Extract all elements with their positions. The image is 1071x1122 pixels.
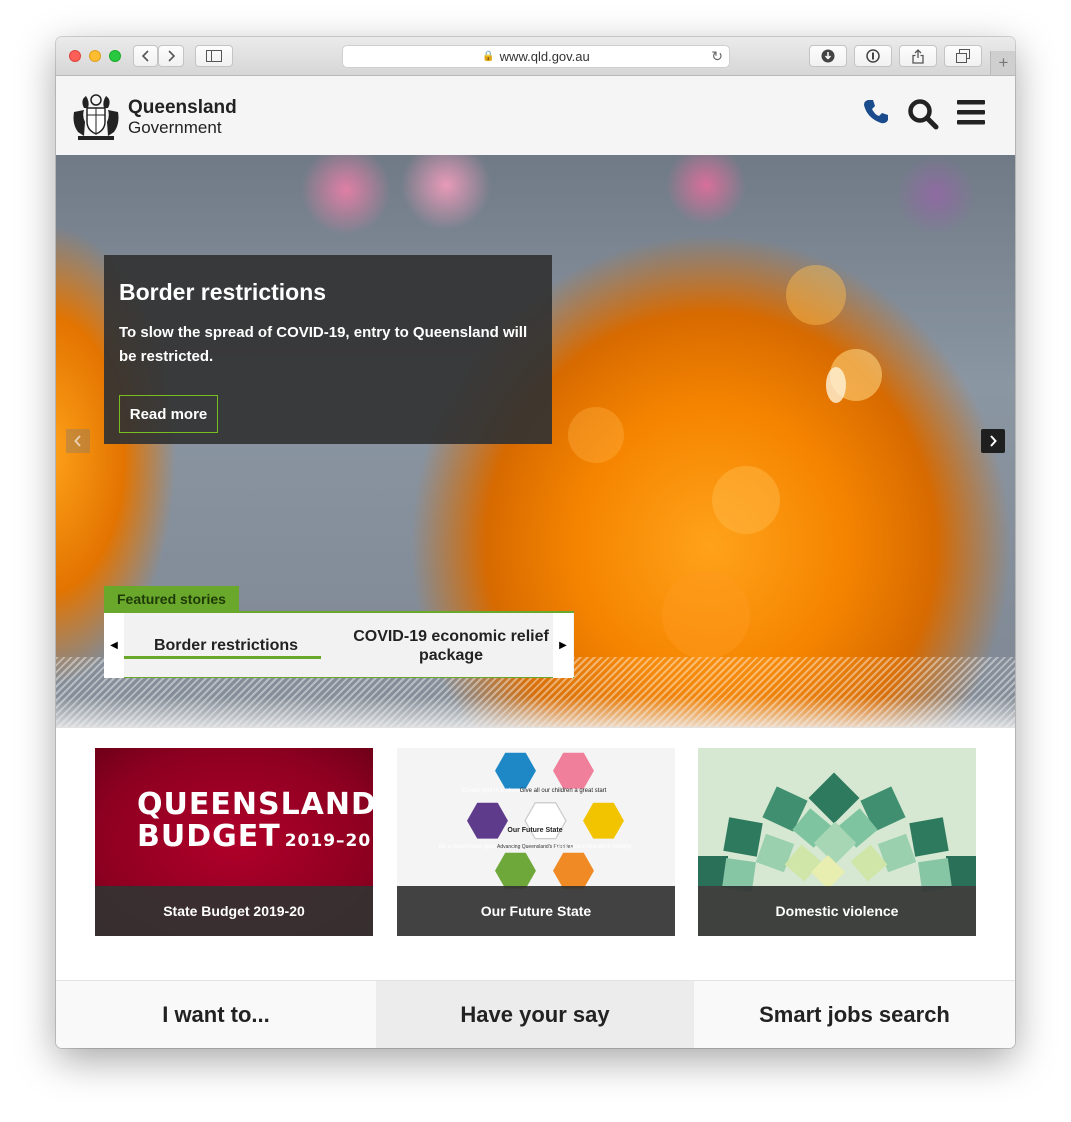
phone-icon bbox=[864, 100, 888, 124]
tile-have-your-say[interactable]: Have your say bbox=[376, 981, 694, 1048]
share-icon bbox=[912, 48, 924, 64]
triangle-left-icon: ◀ bbox=[110, 640, 118, 651]
back-button[interactable] bbox=[133, 45, 158, 67]
featured-stories-bar: ◀ Border restrictions COVID-19 economic … bbox=[104, 611, 574, 678]
close-window-button[interactable] bbox=[69, 50, 81, 62]
featured-item-covid-relief[interactable]: COVID-19 economic relief package bbox=[349, 613, 553, 678]
budget-image-text: QUEENSLAND BUDGET 2019–20 bbox=[137, 790, 373, 852]
tabs-icon bbox=[956, 49, 970, 63]
promo-cards: QUEENSLAND BUDGET 2019–20 State Budget 20… bbox=[56, 727, 1015, 981]
hexagon-environment bbox=[495, 852, 536, 889]
hero-carousel: Border restrictions To slow the spread o… bbox=[56, 155, 1015, 727]
download-icon bbox=[821, 49, 835, 63]
reload-icon[interactable]: ↻ bbox=[711, 48, 723, 65]
tile-i-want-to[interactable]: I want to... bbox=[56, 981, 376, 1048]
featured-active-indicator bbox=[124, 656, 321, 659]
hexagon-children bbox=[553, 752, 594, 789]
budget-word: BUDGET bbox=[137, 819, 281, 854]
budget-image-line2: BUDGET 2019–20 bbox=[137, 822, 373, 852]
chevron-left-icon bbox=[74, 435, 81, 447]
card-state-budget[interactable]: QUEENSLAND BUDGET 2019–20 State Budget 20… bbox=[95, 748, 373, 936]
hexagon-jobs bbox=[495, 752, 536, 789]
hero-caption: Border restrictions To slow the spread o… bbox=[104, 255, 552, 444]
password-manager-button[interactable] bbox=[854, 45, 892, 67]
site-logo[interactable]: Queensland Government bbox=[70, 92, 237, 142]
card-domestic-violence[interactable]: Domestic violence bbox=[698, 748, 976, 936]
browser-window: 🔒 www.qld.gov.au ↻ + Queensland Governme… bbox=[56, 37, 1015, 1048]
featured-item-border-restrictions[interactable]: Border restrictions bbox=[124, 613, 328, 678]
hero-title: Border restrictions bbox=[119, 279, 327, 305]
chevron-left-icon bbox=[141, 50, 149, 62]
phone-button[interactable] bbox=[862, 98, 890, 131]
hero-description: To slow the spread of COVID-19, entry to… bbox=[119, 324, 528, 365]
quick-links: I want to... Have your say Smart jobs se… bbox=[56, 980, 1015, 1048]
featured-stories-label: Featured stories bbox=[104, 586, 239, 611]
featured-next-button[interactable]: ▶ bbox=[553, 613, 573, 678]
carousel-next-button[interactable] bbox=[981, 429, 1005, 453]
url-text: www.qld.gov.au bbox=[499, 49, 590, 64]
search-button[interactable] bbox=[907, 98, 939, 135]
new-tab-button[interactable]: + bbox=[990, 51, 1015, 75]
triangle-right-icon: ▶ bbox=[559, 640, 567, 651]
budget-image-line1: QUEENSLAND bbox=[137, 787, 373, 822]
password-manager-icon bbox=[866, 49, 880, 63]
hexagon-healthy bbox=[583, 802, 624, 839]
carousel-prev-button[interactable] bbox=[66, 429, 90, 453]
zoom-window-button[interactable] bbox=[109, 50, 121, 62]
coat-of-arms-icon bbox=[73, 94, 119, 140]
card-our-future-state[interactable]: Create jobs in a strong economy Give all… bbox=[397, 748, 675, 936]
hex-label-healthy: Keep Queenslanders healthy bbox=[554, 844, 631, 850]
tile-smart-jobs-search[interactable]: Smart jobs search bbox=[694, 981, 1015, 1048]
logo-wordmark: Queensland Government bbox=[128, 98, 237, 136]
read-more-button[interactable]: Read more bbox=[119, 395, 218, 433]
hexagon-government bbox=[467, 802, 508, 839]
sidebar-toggle-button[interactable] bbox=[195, 45, 233, 67]
tabs-overview-button[interactable] bbox=[944, 45, 982, 67]
browser-toolbar: 🔒 www.qld.gov.au ↻ + bbox=[56, 37, 1015, 76]
sidebar-icon bbox=[206, 50, 222, 62]
chevron-right-icon bbox=[168, 50, 176, 62]
hex-label-children: Give all our children a great start bbox=[520, 788, 607, 794]
forward-button[interactable] bbox=[158, 45, 184, 67]
featured-prev-button[interactable]: ◀ bbox=[104, 613, 124, 678]
minimize-window-button[interactable] bbox=[89, 50, 101, 62]
menu-button[interactable] bbox=[957, 100, 985, 130]
address-bar[interactable]: 🔒 www.qld.gov.au ↻ bbox=[342, 45, 730, 68]
site-header: Queensland Government bbox=[56, 76, 1015, 156]
hex-label-centre-title: Our Future State bbox=[507, 827, 562, 834]
card-caption: Our Future State bbox=[397, 886, 675, 936]
chevron-right-icon bbox=[990, 435, 997, 447]
card-caption: Domestic violence bbox=[698, 886, 976, 936]
search-icon bbox=[908, 99, 939, 130]
downloads-button[interactable] bbox=[809, 45, 847, 67]
lock-icon: 🔒 bbox=[482, 51, 495, 62]
budget-year: 2019–20 bbox=[284, 831, 372, 851]
hamburger-menu-icon bbox=[957, 100, 985, 125]
share-button[interactable] bbox=[899, 45, 937, 67]
hexagon-communities bbox=[553, 852, 594, 889]
logo-line2: Government bbox=[128, 118, 222, 137]
logo-line1: Queensland bbox=[128, 97, 237, 118]
card-caption: State Budget 2019-20 bbox=[95, 886, 373, 936]
hero-fade bbox=[56, 697, 1015, 727]
